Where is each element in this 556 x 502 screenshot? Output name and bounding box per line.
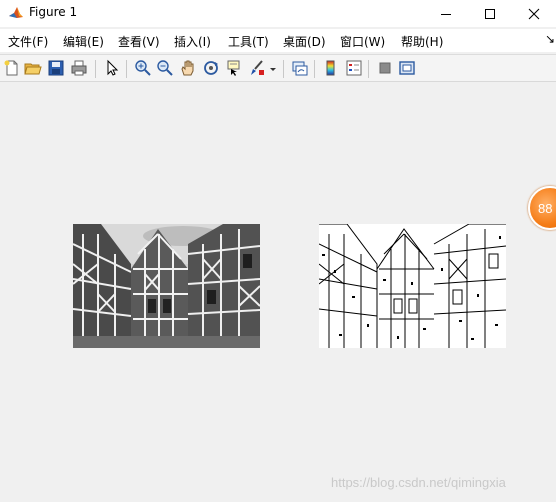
- grayscale-houses-image: [73, 224, 260, 348]
- window-title: Figure 1: [29, 5, 78, 19]
- brush-dropdown-button[interactable]: [268, 59, 278, 77]
- toolbar-separator: [126, 60, 127, 78]
- badge-label: 88: [538, 201, 553, 216]
- dock-arrow-icon[interactable]: ↘: [545, 32, 555, 46]
- title-bar: Figure 1: [0, 0, 556, 27]
- figure-toolbar: [0, 54, 556, 82]
- menu-desktop[interactable]: 桌面(D): [283, 33, 326, 50]
- new-figure-button[interactable]: [3, 59, 21, 77]
- new-figure-icon: [4, 60, 18, 76]
- close-button[interactable]: [512, 0, 556, 27]
- brush-button[interactable]: [248, 59, 266, 77]
- save-icon: [48, 60, 64, 76]
- show-plot-tools-icon: [399, 61, 415, 75]
- link-plot-icon: [292, 61, 308, 76]
- hide-plot-tools-button[interactable]: [376, 59, 394, 77]
- edit-plot-icon: [107, 59, 119, 76]
- grayscale-image[interactable]: [73, 224, 260, 348]
- toolbar-separator: [95, 60, 96, 78]
- open-file-button[interactable]: [24, 59, 42, 77]
- data-cursor-button[interactable]: [225, 59, 243, 77]
- chevron-down-icon: [270, 68, 276, 71]
- maximize-button[interactable]: [468, 0, 512, 27]
- close-icon: [528, 8, 540, 19]
- pan-icon: [181, 60, 194, 76]
- watermark: https://blog.csdn.net/qimingxia: [331, 475, 506, 490]
- zoom-in-button[interactable]: [134, 59, 152, 77]
- hide-plot-tools-icon: [379, 62, 391, 74]
- figure-window: Figure 1 文件(F) 编辑(E) 查看(V) 插入(I) 工具(T) 桌…: [0, 0, 556, 502]
- colorbar-button[interactable]: [322, 59, 340, 77]
- zoom-in-icon: [135, 60, 151, 76]
- pan-button[interactable]: [179, 59, 197, 77]
- save-button[interactable]: [47, 59, 65, 77]
- legend-icon: [346, 60, 362, 76]
- brush-icon: [251, 60, 264, 75]
- rotate-3d-icon: [204, 61, 218, 75]
- show-plot-tools-button[interactable]: [398, 59, 416, 77]
- minimize-button[interactable]: [424, 0, 468, 27]
- print-button[interactable]: [70, 59, 88, 77]
- zoom-out-button[interactable]: [156, 59, 174, 77]
- maximize-icon: [485, 8, 495, 19]
- open-file-icon: [24, 63, 42, 75]
- rotate-3d-button[interactable]: [202, 59, 220, 77]
- menu-help[interactable]: 帮助(H): [401, 33, 443, 50]
- toolbar-separator: [314, 60, 315, 78]
- edit-plot-button[interactable]: [103, 59, 121, 77]
- toolbar-separator: [283, 60, 284, 78]
- menu-bar: 文件(F) 编辑(E) 查看(V) 插入(I) 工具(T) 桌面(D) 窗口(W…: [0, 29, 556, 52]
- legend-button[interactable]: [345, 59, 363, 77]
- menu-file[interactable]: 文件(F): [8, 33, 48, 50]
- data-cursor-icon: [227, 60, 240, 76]
- menu-view[interactable]: 查看(V): [118, 33, 160, 50]
- zoom-out-icon: [157, 60, 173, 76]
- menu-window[interactable]: 窗口(W): [340, 33, 385, 50]
- menu-insert[interactable]: 插入(I): [174, 33, 211, 50]
- matlab-icon: [8, 5, 24, 21]
- edge-map-image: [319, 224, 506, 348]
- edge-image[interactable]: [319, 224, 506, 348]
- toolbar-separator: [368, 60, 369, 78]
- figure-canvas[interactable]: [0, 82, 556, 502]
- minimize-icon: [441, 13, 451, 15]
- menu-edit[interactable]: 编辑(E): [63, 33, 104, 50]
- print-icon: [71, 60, 87, 76]
- link-plot-button[interactable]: [291, 59, 309, 77]
- menu-tools[interactable]: 工具(T): [228, 33, 269, 50]
- colorbar-icon: [326, 60, 335, 76]
